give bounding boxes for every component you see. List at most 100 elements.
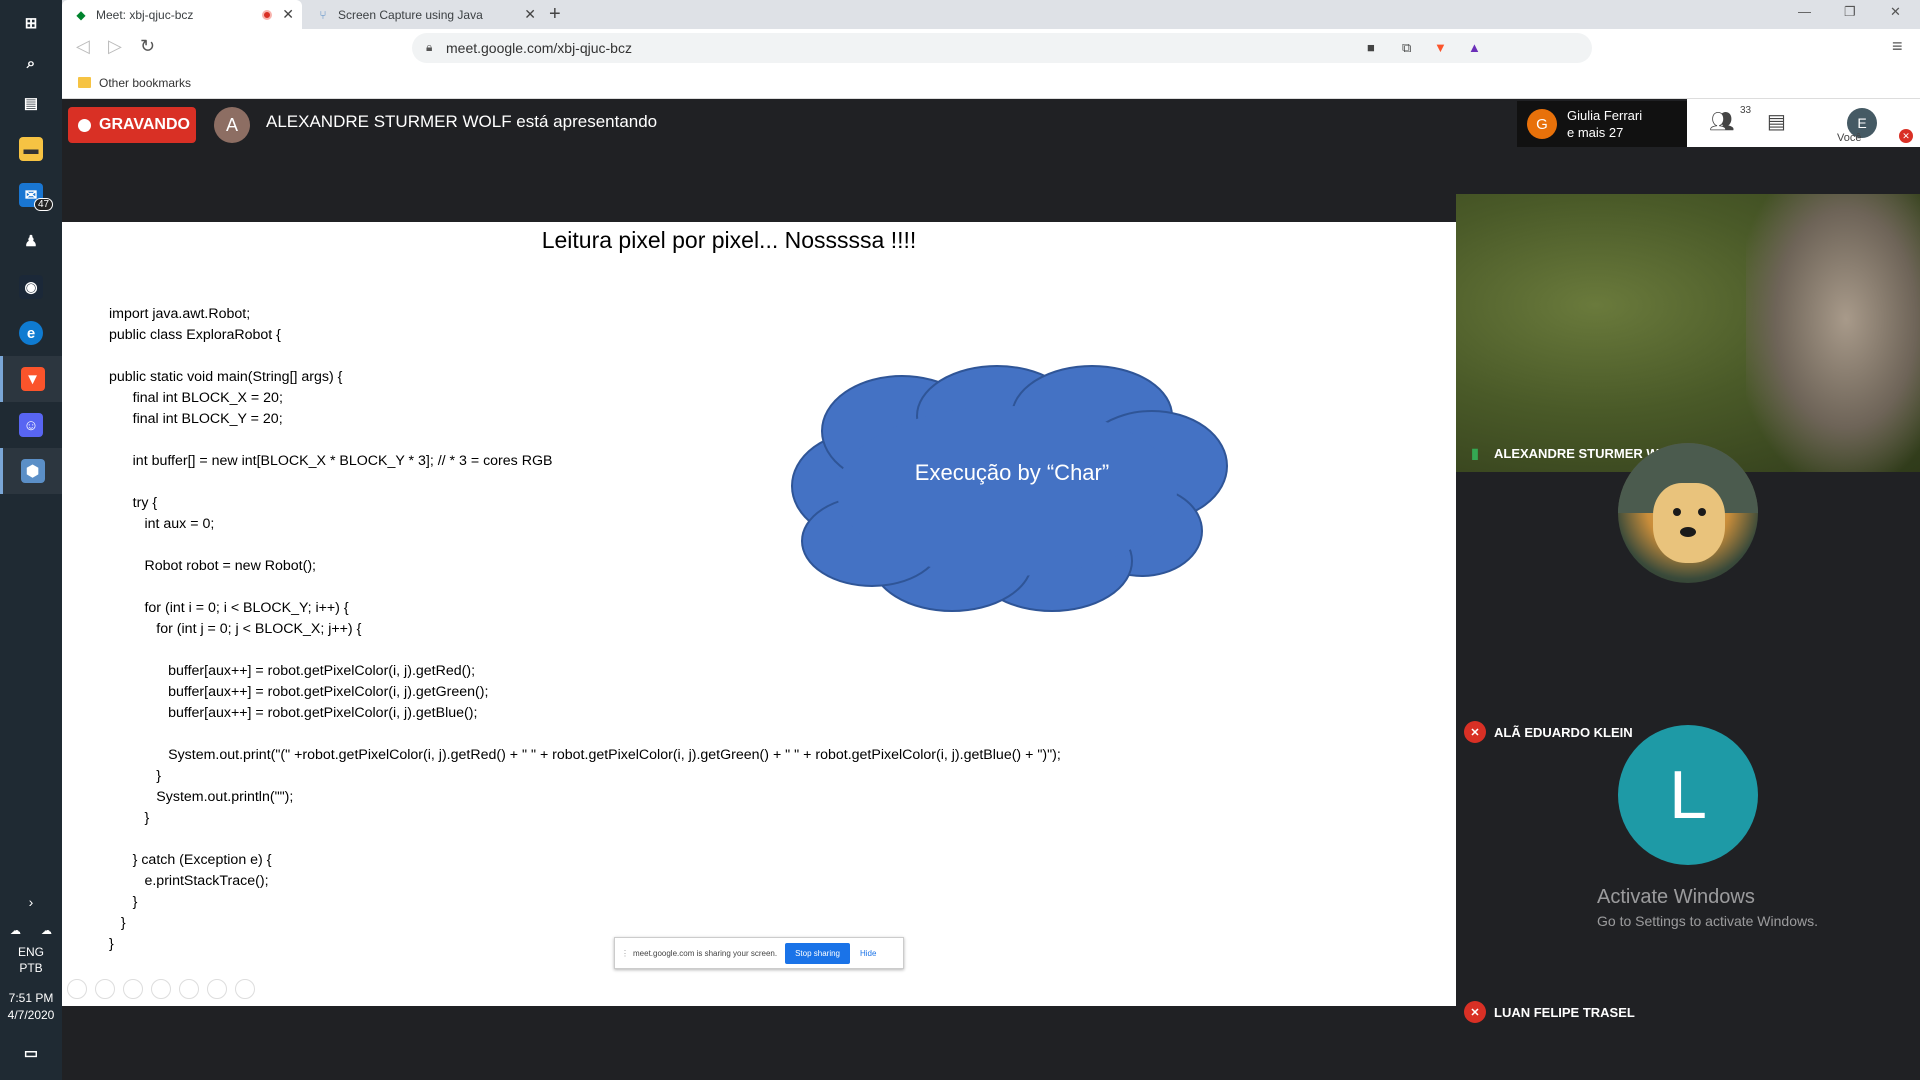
pen-icon[interactable] xyxy=(123,979,143,999)
zoom-icon[interactable] xyxy=(179,979,199,999)
presenter-status: ALEXANDRE STURMER WOLF está apresentando xyxy=(266,112,658,131)
slides-grid-icon[interactable] xyxy=(151,979,171,999)
participants-chip[interactable]: G Giulia Ferrari e mais 27 xyxy=(1517,101,1687,147)
reload-icon[interactable]: ↻ xyxy=(140,36,155,57)
bookmarks-folder-other[interactable]: Other bookmarks xyxy=(99,76,191,90)
stop-sharing-button[interactable]: Stop sharing xyxy=(785,942,850,964)
menu-icon[interactable]: ≡ xyxy=(1892,36,1903,57)
linux-app-button[interactable]: ♟ xyxy=(0,218,62,264)
dog-eye xyxy=(1673,508,1681,516)
close-window-icon[interactable]: ✕ xyxy=(1890,4,1901,20)
previous-slide-icon[interactable] xyxy=(67,979,87,999)
recording-indicator-icon xyxy=(262,9,272,20)
clock-time: 7:51 PM xyxy=(8,991,54,1005)
people-icon[interactable]: 👥︎ xyxy=(1709,109,1734,134)
tab-strip: ◆ Meet: xbj-qjuc-bcz ✕ ⑂ Screen Capture … xyxy=(62,0,1920,29)
file-explorer-button[interactable]: ▬ xyxy=(0,126,62,172)
close-icon[interactable]: ✕ xyxy=(282,6,294,23)
windows-activation-watermark: Activate Windows Go to Settings to activ… xyxy=(1597,886,1818,929)
task-view-button[interactable]: ▤ xyxy=(0,80,62,126)
steam-button[interactable]: ◉ xyxy=(0,264,62,310)
participant-video-tile[interactable] xyxy=(1456,194,1920,472)
network-icon[interactable]: ☁ xyxy=(10,924,21,937)
more-options-icon[interactable] xyxy=(235,979,255,999)
cloud-shape: Execução by “Char” xyxy=(772,356,1252,616)
folder-icon: ▬ xyxy=(19,137,43,161)
participant-name-tag: ✕ LUAN FELIPE TRASEL xyxy=(1456,1000,1635,1024)
share-message: meet.google.com is sharing your screen. xyxy=(633,948,778,958)
next-slide-icon[interactable] xyxy=(95,979,115,999)
mail-button[interactable]: ✉ 47 xyxy=(0,172,62,218)
chevron-right-icon: › xyxy=(28,894,34,910)
edge-icon: e xyxy=(19,321,43,345)
participant-name-tag: ✕ ALÃ EDUARDO KLEIN xyxy=(1456,720,1633,744)
address-bar[interactable]: 🔒︎ meet.google.com/xbj-qjuc-bcz ■ ⧉ ▼ ▲ xyxy=(412,33,1592,63)
windows-taskbar: ⊞ ⌕ ▤ ▬ ✉ 47 ♟ ◉ e ▼ ☺ ⬢ › ☁ ☁ ENG PTB 7:5… xyxy=(0,0,62,1080)
mic-off-icon: ✕ xyxy=(1464,1001,1486,1023)
mail-badge: 47 xyxy=(34,198,54,211)
camera-feed xyxy=(1746,194,1920,472)
cloud-graphic xyxy=(791,365,1228,612)
tab-meet[interactable]: ◆ Meet: xbj-qjuc-bcz ✕ xyxy=(62,0,302,29)
language-label: ENG xyxy=(17,945,44,959)
minimize-icon[interactable]: — xyxy=(1798,4,1811,19)
participant-name: Giulia Ferrari xyxy=(1567,108,1643,123)
participants-chip-text: Giulia Ferrari e mais 27 xyxy=(1567,107,1642,141)
hide-button[interactable]: Hide xyxy=(860,949,876,958)
tab-title: Screen Capture using Java xyxy=(338,7,483,22)
chat-icon[interactable]: ▤ xyxy=(1767,109,1786,134)
brave-shields-icon[interactable]: ▼ xyxy=(1434,40,1447,55)
system-clock[interactable]: 7:51 PM 4/7/2020 xyxy=(0,990,62,1024)
brave-lion-icon: ▼ xyxy=(20,367,45,391)
forward-arrow-icon[interactable]: ▷ xyxy=(108,36,122,57)
dog-eye xyxy=(1698,508,1706,516)
meet-actions: 👥︎ 33 ▤ E Você ✕ xyxy=(1687,99,1920,147)
tab-title: Meet: xbj-qjuc-bcz xyxy=(96,7,194,22)
meet-favicon-icon: ◆ xyxy=(76,7,86,22)
recording-button[interactable]: GRAVANDO xyxy=(68,107,196,143)
mic-off-icon: ✕ xyxy=(1899,129,1913,143)
participant-name: LUAN FELIPE TRASEL xyxy=(1494,1004,1635,1020)
brave-rewards-icon[interactable]: ▲ xyxy=(1468,40,1481,55)
presented-slide: Leitura pixel por pixel... Nosssssa !!!!… xyxy=(62,222,1456,1006)
slide-title: Leitura pixel por pixel... Nosssssa !!!! xyxy=(541,227,917,253)
participant-avatar: L xyxy=(1618,725,1758,865)
tray-expand-button[interactable]: › xyxy=(0,888,62,916)
new-tab-plus-icon[interactable]: + xyxy=(549,3,561,26)
back-arrow-icon[interactable]: ◁ xyxy=(76,36,90,57)
cube-icon: ⬢ xyxy=(20,459,45,483)
brave-button[interactable]: ▼ xyxy=(0,356,62,402)
search-icon: ⌕ xyxy=(26,54,36,72)
git-branch-favicon-icon: ⑂ xyxy=(319,7,327,22)
close-icon[interactable]: ✕ xyxy=(524,6,536,23)
onedrive-cloud-icon[interactable]: ☁ xyxy=(41,924,52,937)
dog-face-shape xyxy=(1653,483,1725,563)
meet-top-right: G Giulia Ferrari e mais 27 👥︎ 33 ▤ E Voc… xyxy=(1517,99,1920,147)
mic-off-icon: ✕ xyxy=(1464,721,1486,743)
tab-screen-capture[interactable]: ⑂ Screen Capture using Java ✕ xyxy=(304,0,544,29)
virtualbox-button[interactable]: ⬢ xyxy=(0,448,62,494)
subtitles-icon[interactable] xyxy=(207,979,227,999)
translate-icon[interactable]: ⧉ xyxy=(1402,40,1411,56)
discord-button[interactable]: ☺ xyxy=(0,402,62,448)
watermark-title: Activate Windows xyxy=(1597,886,1755,908)
restore-icon[interactable]: ❐ xyxy=(1844,4,1856,20)
avatar: G xyxy=(1527,109,1557,139)
tray-icons: ☁ ☁ xyxy=(0,918,62,942)
participant-name: ALÃ EDUARDO KLEIN xyxy=(1494,724,1633,740)
camera-icon[interactable]: ■ xyxy=(1367,40,1375,55)
people-count: 33 xyxy=(1740,105,1752,116)
recording-label: GRAVANDO xyxy=(99,116,190,133)
participant-more: e mais 27 xyxy=(1567,125,1624,140)
action-center-button[interactable]: ▭ xyxy=(0,1030,62,1076)
you-label: Você xyxy=(1837,132,1862,144)
dog-nose xyxy=(1680,527,1696,537)
bookmarks-bar: Other bookmarks xyxy=(62,67,1920,99)
drag-handle-icon[interactable]: ⋮ xyxy=(621,949,629,958)
lock-icon: 🔒︎ xyxy=(426,40,433,54)
browser-window: ◆ Meet: xbj-qjuc-bcz ✕ ⑂ Screen Capture … xyxy=(62,0,1920,1080)
task-view-icon: ▤ xyxy=(23,95,39,112)
edge-button[interactable]: e xyxy=(0,310,62,356)
windows-logo-icon: ⊞ xyxy=(24,15,38,32)
input-language-indicator[interactable]: ENG PTB xyxy=(0,944,62,976)
